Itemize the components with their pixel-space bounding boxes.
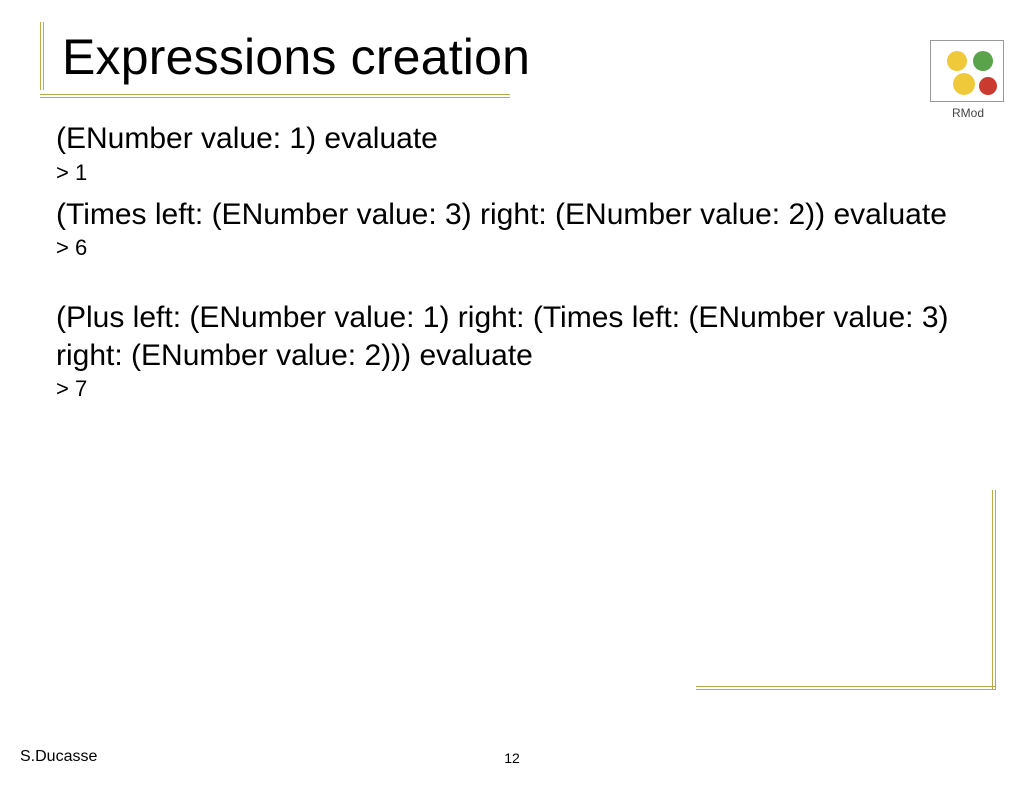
title-area: Expressions creation [0,28,1024,88]
slide-body: (ENumber value: 1) evaluate > 1 (Times l… [56,120,968,402]
logo-caption: RMod [924,106,1012,120]
result-2: > 6 [56,235,968,261]
footer-author: S.Ducasse [20,748,97,766]
decor-horizontal-rule [696,686,996,690]
slide: RMod Expressions creation (ENumber value… [0,28,1024,796]
title-underline [40,94,510,98]
decor-vertical-rule [992,490,996,690]
slide-title: Expressions creation [62,28,1024,86]
result-1: > 1 [56,160,968,186]
result-3: > 7 [56,376,968,402]
expression-1: (ENumber value: 1) evaluate [56,120,968,158]
expression-2: (Times left: (ENumber value: 3) right: (… [56,196,968,234]
expression-3: (Plus left: (ENumber value: 1) right: (T… [56,299,968,374]
footer-page-number: 12 [504,750,520,766]
spacer [56,271,968,295]
